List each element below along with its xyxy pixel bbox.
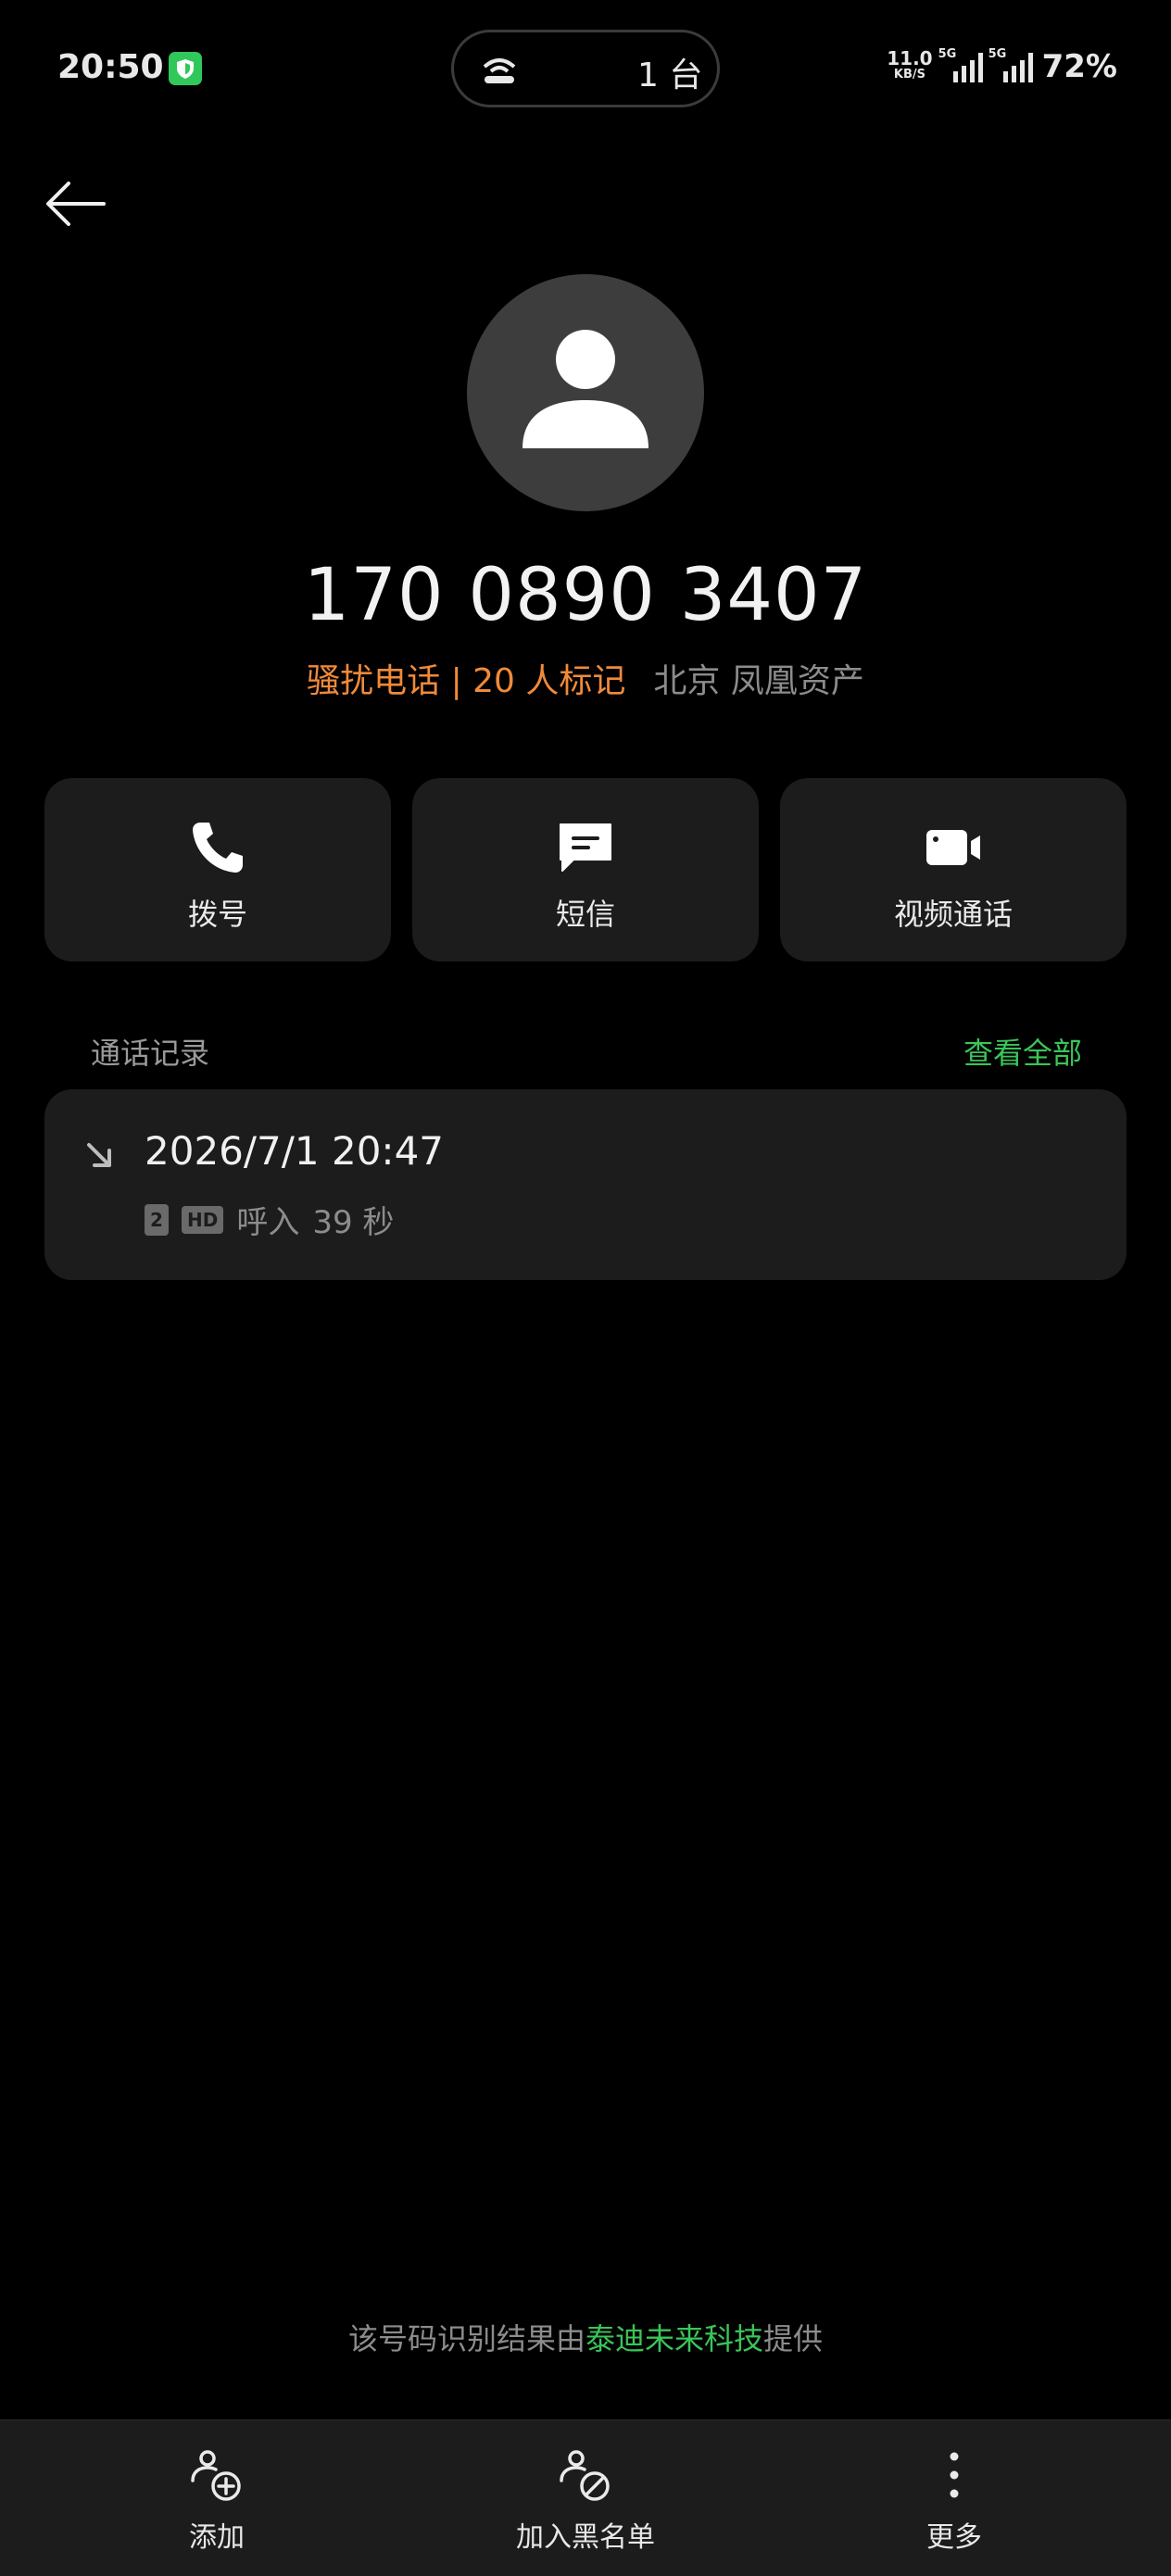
call-duration: 39 秒 — [312, 1204, 395, 1241]
view-all-link[interactable]: 查看全部 — [963, 1030, 1082, 1073]
more-button[interactable]: 更多 — [834, 2445, 1075, 2555]
avatar — [467, 274, 704, 511]
person-icon — [523, 330, 648, 448]
more-label: 更多 — [926, 2521, 982, 2554]
call-type: 呼入 — [236, 1204, 300, 1241]
security-shield-icon — [169, 52, 202, 85]
message-icon — [560, 823, 611, 872]
back-arrow-icon — [46, 182, 106, 226]
add-contact-button[interactable]: 添加 — [96, 2445, 337, 2555]
battery-level: 72% — [1041, 48, 1117, 85]
call-label: 拨号 — [187, 897, 247, 932]
spam-tag: 骚扰电话 | 20 人标记 — [307, 662, 626, 700]
phone-number: 170 0890 3407 — [303, 554, 868, 637]
sim-badge: 2 — [145, 1203, 169, 1236]
status-time: 20:50 — [57, 48, 164, 86]
provider-suffix: 提供 — [763, 2321, 824, 2356]
signal-icon: 5G — [938, 47, 983, 82]
add-contact-icon — [191, 2450, 241, 2501]
provider-prefix: 该号码识别结果由 — [347, 2321, 586, 2356]
blacklist-label: 加入黑名单 — [516, 2521, 655, 2554]
signal-icon: 5G — [988, 47, 1033, 82]
location-label: 北京 凤凰资产 — [653, 662, 864, 700]
devices-count: 1 台 — [637, 57, 703, 94]
phone-icon — [193, 823, 243, 873]
provider-name[interactable]: 泰迪未来科技 — [586, 2321, 763, 2356]
status-right: 11.0 KB/S 5G 5G 72% — [887, 47, 1117, 85]
blacklist-button[interactable]: 加入黑名单 — [465, 2445, 706, 2555]
call-log-entry[interactable] — [44, 1089, 1127, 1280]
call-meta: 2 HD 呼入 39 秒 — [145, 1197, 394, 1242]
add-contact-label: 添加 — [189, 2521, 245, 2554]
video-call-label: 视频通话 — [893, 897, 1013, 932]
call-datetime: 2026/7/1 20:47 — [145, 1128, 445, 1174]
network-speed: 11.0 KB/S — [887, 47, 933, 82]
video-icon — [926, 830, 980, 865]
block-contact-icon — [560, 2450, 610, 2501]
back-button[interactable] — [41, 167, 115, 241]
call-log-title: 通话记录 — [91, 1036, 210, 1071]
incoming-call-icon — [87, 1143, 111, 1167]
message-label: 短信 — [555, 897, 615, 932]
hd-badge: HD — [182, 1205, 224, 1234]
message-button[interactable]: 短信 — [412, 778, 759, 961]
hotspot-icon — [477, 54, 522, 87]
number-tags: 骚扰电话 | 20 人标记 北京 凤凰资产 — [0, 654, 1171, 702]
call-button[interactable]: 拨号 — [44, 778, 391, 961]
provider-note: 该号码识别结果由泰迪未来科技提供 — [0, 2316, 1171, 2358]
video-call-button[interactable]: 视频通话 — [780, 778, 1127, 961]
more-icon — [950, 2452, 959, 2498]
